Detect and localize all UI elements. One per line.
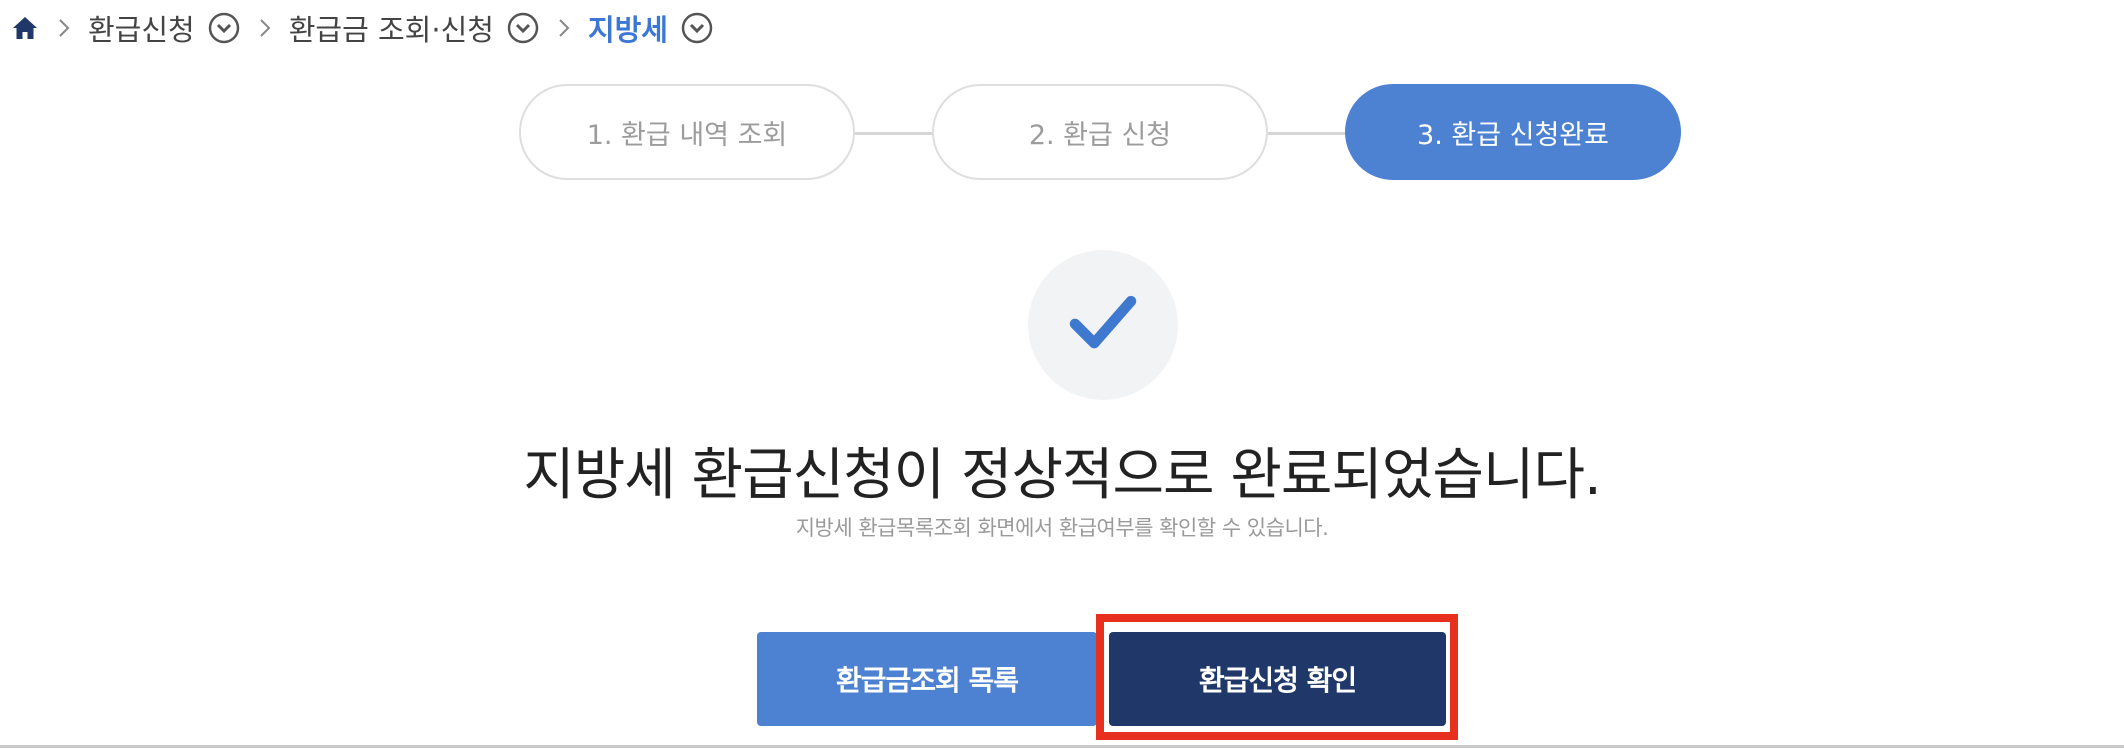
- refund-list-button[interactable]: 환급금조회 목록: [757, 632, 1097, 726]
- breadcrumb-item-refund-inquiry[interactable]: 환급금 조회·신청: [289, 7, 494, 49]
- step-connector: [854, 132, 934, 135]
- breadcrumb-item-refund[interactable]: 환급신청: [88, 7, 195, 49]
- breadcrumb: 환급신청 환급금 조회·신청 지방세: [10, 8, 714, 48]
- chevron-right-icon: [554, 13, 574, 43]
- step-connector: [1268, 132, 1348, 135]
- chevron-down-circle-icon[interactable]: [680, 11, 714, 45]
- progress-steps: 1. 환급 내역 조회 2. 환급 신청 3. 환급 신청완료: [0, 84, 2124, 184]
- step-1: 1. 환급 내역 조회: [519, 84, 855, 180]
- breadcrumb-item-local-tax[interactable]: 지방세: [588, 7, 668, 49]
- chevron-right-icon: [255, 13, 275, 43]
- chevron-right-icon: [54, 13, 74, 43]
- step-2: 2. 환급 신청: [932, 84, 1268, 180]
- completion-sub-message: 지방세 환급목록조회 화면에서 환급여부를 확인할 수 있습니다.: [795, 516, 1329, 540]
- refund-complete-page: 환급신청 환급금 조회·신청 지방세 1. 환급 내역 조회 2. 환급 신청 …: [0, 0, 2124, 748]
- refund-confirm-button[interactable]: 환급신청 확인: [1109, 632, 1446, 726]
- check-circle: [1028, 250, 1178, 400]
- chevron-down-circle-icon[interactable]: [506, 11, 540, 45]
- step-3: 3. 환급 신청완료: [1345, 84, 1681, 180]
- chevron-down-circle-icon[interactable]: [207, 11, 241, 45]
- completion-message: 지방세 환급신청이 정상적으로 완료되었습니다.: [523, 443, 1602, 508]
- home-icon[interactable]: [10, 13, 40, 43]
- check-icon: [1068, 292, 1138, 358]
